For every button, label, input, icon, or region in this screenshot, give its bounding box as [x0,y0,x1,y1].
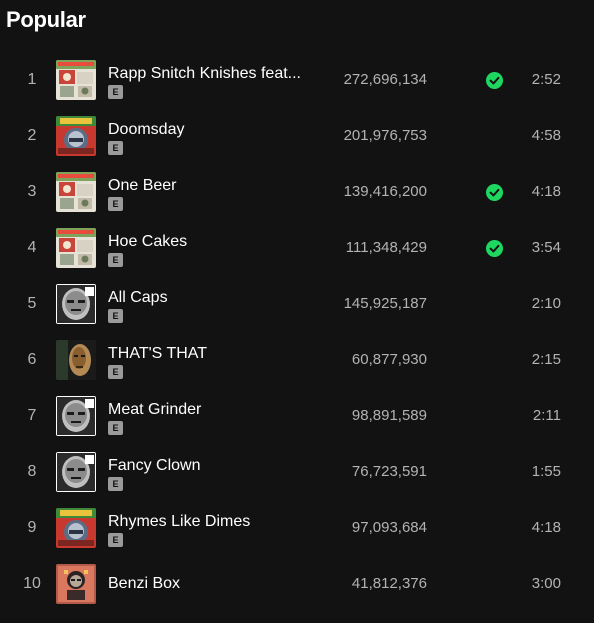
born-like-this-cover[interactable] [56,340,96,380]
track-index: 1 [27,71,37,88]
track-title-block: THAT'S THAT E [108,332,318,388]
play-count: 98,891,589 [351,407,427,424]
saved-check-icon[interactable] [486,72,503,89]
mm-food-cover[interactable] [56,60,96,100]
play-count: 76,723,591 [351,463,427,480]
track-row[interactable]: 2 Doomsday E 201,976,753 4:58 [0,108,594,164]
madvillainy-cover[interactable] [56,284,96,324]
track-row[interactable]: 6 THAT'S THAT E 60,877,930 2:15 [0,332,594,388]
track-row[interactable]: 9 Rhymes Like Dimes E 97,093,684 4:18 [0,500,594,556]
play-count: 60,877,930 [351,351,427,368]
track-index: 10 [23,575,41,592]
play-count: 97,093,684 [351,519,427,536]
track-duration: 2:15 [531,351,561,368]
track-index: 9 [27,519,37,536]
track-index: 2 [27,127,37,144]
explicit-badge: E [108,365,123,379]
mm-food-cover[interactable] [56,172,96,212]
play-count: 41,812,376 [351,575,427,592]
saved-check-icon[interactable] [486,184,503,201]
play-count: 201,976,753 [343,127,427,144]
track-title-block: Hoe Cakes E [108,220,318,276]
track-duration: 4:58 [531,127,561,144]
track-title[interactable]: Benzi Box [108,556,308,612]
track-duration: 4:18 [531,519,561,536]
madvillainy-cover[interactable] [56,452,96,492]
track-title[interactable]: Rapp Snitch Knishes feat... [108,65,308,83]
track-title-block: Doomsday E [108,108,318,164]
track-row[interactable]: 10 Benzi Box 41,812,376 3:00 [0,556,594,612]
track-index: 4 [27,239,37,256]
explicit-badge: E [108,533,123,547]
track-row[interactable]: 1 Rapp Snitch Knishes feat... E 272,696,… [0,52,594,108]
track-title[interactable]: One Beer [108,177,308,195]
track-row[interactable]: 8 Fancy Clown E 76,723,591 1:55 [0,444,594,500]
track-title-block: Benzi Box [108,556,318,612]
track-duration: 2:10 [531,295,561,312]
operation-doomsday-cover[interactable] [56,508,96,548]
explicit-badge: E [108,477,123,491]
track-duration: 1:55 [531,463,561,480]
track-index: 8 [27,463,37,480]
explicit-badge: E [108,85,123,99]
madvillainy-cover[interactable] [56,396,96,436]
track-duration: 4:18 [531,183,561,200]
danger-doom-cover[interactable] [56,564,96,604]
track-title[interactable]: Meat Grinder [108,401,308,419]
track-duration: 3:54 [531,239,561,256]
explicit-badge: E [108,197,123,211]
track-index: 6 [27,351,37,368]
track-title[interactable]: Doomsday [108,121,308,139]
track-title-block: Rapp Snitch Knishes feat... E [108,52,318,108]
play-count: 139,416,200 [343,183,427,200]
play-count: 272,696,134 [343,71,427,88]
track-title[interactable]: Hoe Cakes [108,233,308,251]
track-index: 5 [27,295,37,312]
explicit-badge: E [108,309,123,323]
mm-food-cover[interactable] [56,228,96,268]
track-title-block: Fancy Clown E [108,444,318,500]
track-title-block: One Beer E [108,164,318,220]
track-title[interactable]: THAT'S THAT [108,345,308,363]
track-index: 7 [27,407,37,424]
track-title-block: Rhymes Like Dimes E [108,500,318,556]
play-count: 145,925,187 [343,295,427,312]
track-duration: 2:52 [531,71,561,88]
track-row[interactable]: 7 Meat Grinder E 98,891,589 2:11 [0,388,594,444]
explicit-badge: E [108,421,123,435]
track-row[interactable]: 5 All Caps E 145,925,187 2:10 [0,276,594,332]
saved-check-icon[interactable] [486,240,503,257]
track-title-block: All Caps E [108,276,318,332]
track-row[interactable]: 4 Hoe Cakes E 111,348,429 3:54 [0,220,594,276]
track-title[interactable]: Rhymes Like Dimes [108,513,308,531]
explicit-badge: E [108,141,123,155]
popular-tracklist: 1 Rapp Snitch Knishes feat... E 272,696,… [0,52,594,612]
section-title: Popular [6,7,86,32]
play-count: 111,348,429 [345,239,427,256]
operation-doomsday-cover[interactable] [56,116,96,156]
track-duration: 2:11 [532,407,561,424]
track-index: 3 [27,183,37,200]
track-title[interactable]: All Caps [108,289,308,307]
track-title[interactable]: Fancy Clown [108,457,308,475]
track-row[interactable]: 3 One Beer E 139,416,200 4:18 [0,164,594,220]
track-title-block: Meat Grinder E [108,388,318,444]
track-duration: 3:00 [531,575,561,592]
explicit-badge: E [108,253,123,267]
